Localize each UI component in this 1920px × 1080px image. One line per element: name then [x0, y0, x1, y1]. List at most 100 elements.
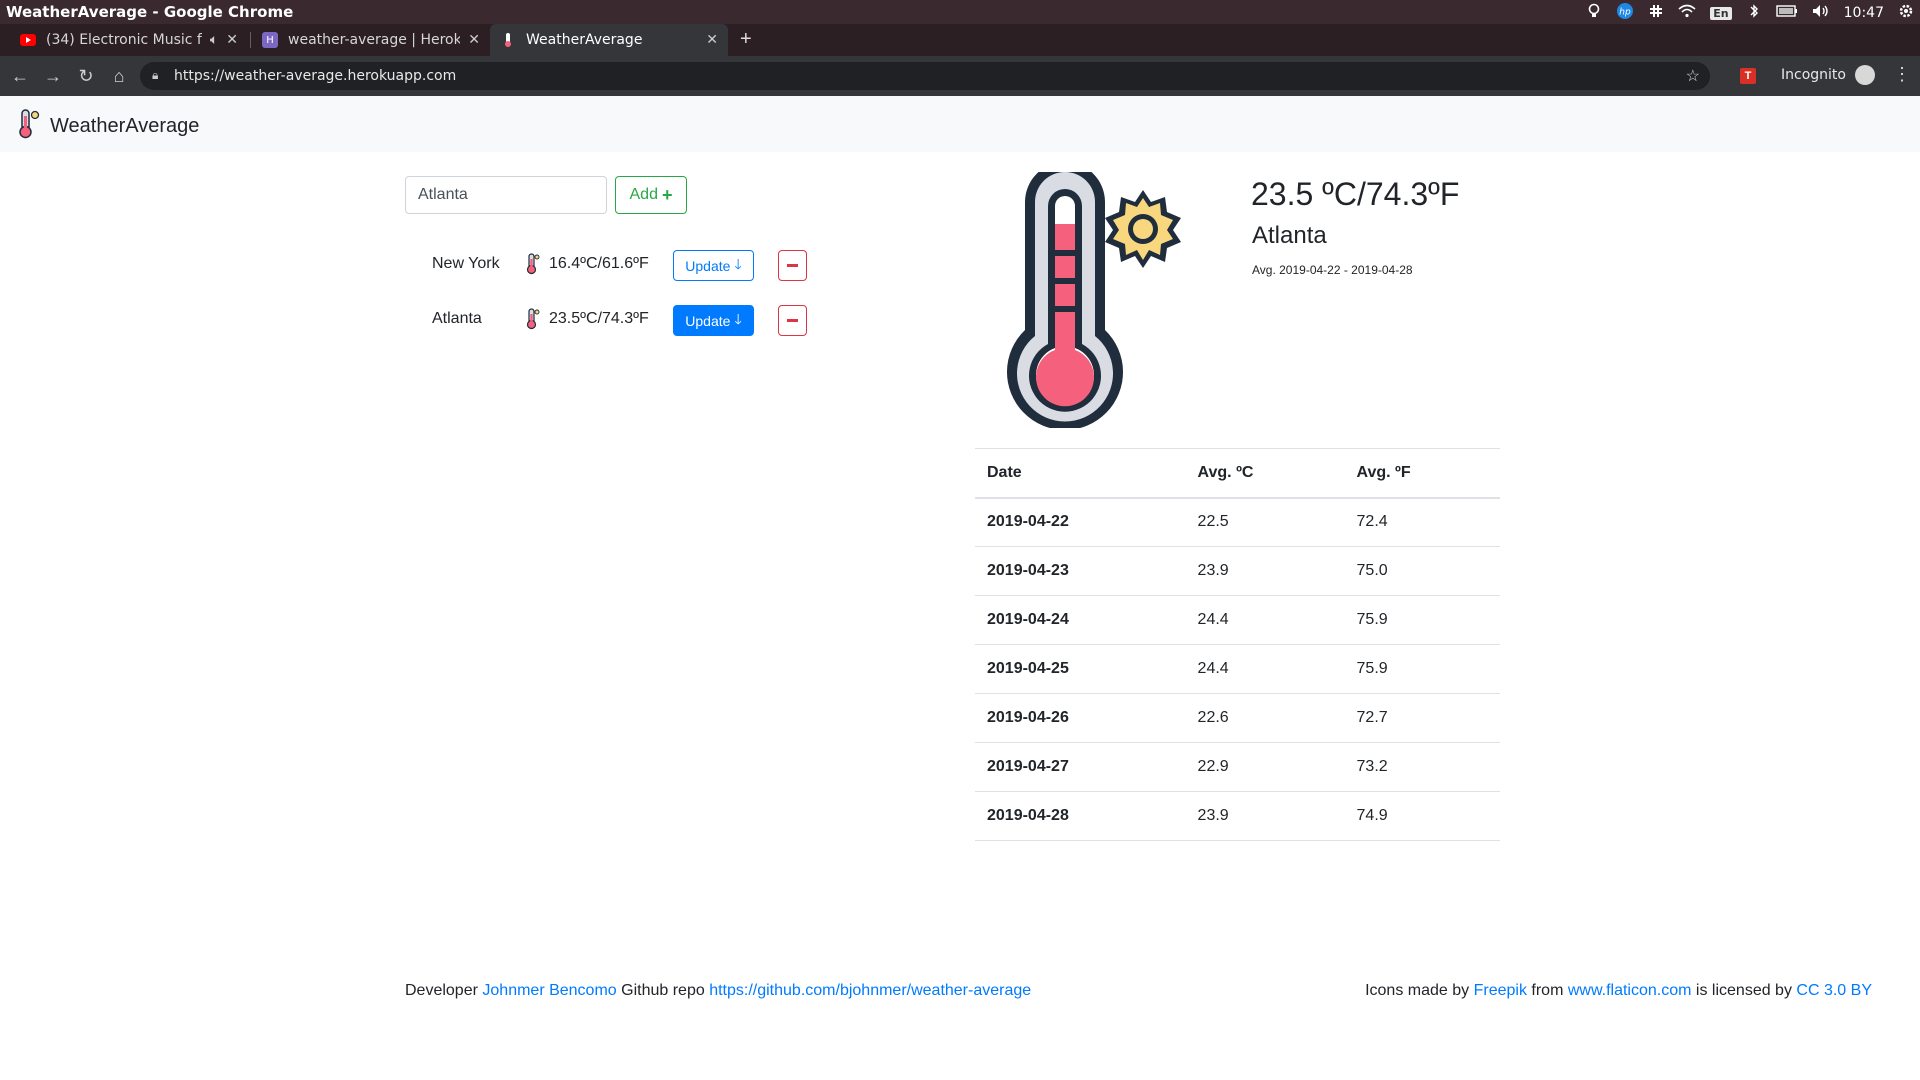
heroku-icon: H [262, 32, 278, 48]
minus-icon [787, 264, 798, 267]
row-fahrenheit: 75.9 [1344, 595, 1500, 645]
city-input[interactable] [405, 176, 607, 214]
row-date: 2019-04-26 [975, 693, 1186, 743]
url-text[interactable]: https://weather-average.herokuapp.com [174, 68, 456, 84]
table-row: 2019-04-22 22.5 72.4 [975, 497, 1500, 547]
row-fahrenheit: 73.2 [1344, 742, 1500, 792]
hp-icon[interactable]: hp [1616, 2, 1634, 24]
tab-weatheraverage[interactable]: WeatherAverage ✕ [490, 24, 728, 56]
row-date: 2019-04-22 [975, 497, 1186, 547]
update-button-label: Update [685, 312, 731, 329]
thermometer-icon [526, 308, 540, 335]
remove-city-button[interactable] [778, 250, 807, 281]
add-city-button[interactable]: Add + [615, 176, 687, 214]
forward-icon[interactable]: → [41, 64, 65, 88]
audio-playing-icon[interactable]: 🔈︎ [210, 32, 218, 48]
row-date: 2019-04-28 [975, 791, 1186, 841]
city-row-new-york: New York 16.4ºC/61.6ºF Update 🡓 [405, 245, 825, 285]
thermometer-icon [500, 32, 516, 48]
column-header-celsius: Avg. ºC [1185, 448, 1345, 499]
current-temperature: 23.5 ºC/74.3ºF [1251, 176, 1460, 212]
row-fahrenheit: 72.4 [1344, 497, 1500, 547]
plus-icon: + [661, 184, 673, 205]
developer-prefix: Developer [405, 982, 478, 999]
brand-title[interactable]: WeatherAverage [50, 115, 199, 138]
column-header-date: Date [975, 448, 1186, 499]
row-celsius: 22.5 [1185, 497, 1345, 547]
row-celsius: 22.9 [1185, 742, 1345, 792]
row-fahrenheit: 72.7 [1344, 693, 1500, 743]
back-icon[interactable]: ← [8, 64, 32, 88]
bookmark-star-icon[interactable]: ☆ [1686, 66, 1700, 86]
settings-gear-icon[interactable] [1898, 3, 1914, 23]
reload-icon[interactable]: ↻ [74, 64, 98, 88]
freepik-link[interactable]: Freepik [1474, 982, 1527, 999]
row-celsius: 23.9 [1185, 791, 1345, 841]
battery-icon[interactable] [1775, 5, 1798, 21]
update-city-button[interactable]: Update 🡓 [673, 250, 754, 281]
close-tab-icon[interactable]: ✕ [468, 32, 480, 48]
close-tab-icon[interactable]: ✕ [226, 32, 238, 48]
from-word: from [1531, 982, 1564, 999]
wifi-icon[interactable] [1678, 4, 1696, 22]
lock-icon[interactable]: 🔒︎ [152, 68, 158, 83]
clock[interactable]: 10:47 [1844, 5, 1884, 21]
update-city-button[interactable]: Update 🡓 [673, 305, 754, 336]
app-navbar: WeatherAverage [0, 96, 1920, 152]
row-date: 2019-04-25 [975, 644, 1186, 694]
daily-averages-table: Date Avg. ºC Avg. ºF 2019-04-22 22.5 72.… [975, 448, 1500, 841]
browser-tab-strip: (34) Electronic Music f 🔈︎ ✕ H weather-a… [0, 24, 1920, 56]
city-row-atlanta: Atlanta 23.5ºC/74.3ºF Update 🡓 [405, 300, 825, 340]
row-fahrenheit: 75.0 [1344, 546, 1500, 596]
developer-link[interactable]: Johnmer Bencomo [482, 982, 616, 999]
city-temperature: 23.5ºC/74.3ºF [549, 310, 649, 327]
arrow-down-icon: 🡓 [734, 255, 742, 272]
footer-developer: Developer Johnmer Bencomo Github repo ht… [405, 982, 1031, 1000]
tab-youtube[interactable]: (34) Electronic Music f 🔈︎ ✕ [10, 24, 248, 56]
tab-label: (34) Electronic Music f [46, 32, 202, 48]
brand-link[interactable]: WeatherAverage [18, 108, 199, 145]
incognito-label: Incognito [1781, 67, 1846, 83]
address-bar[interactable]: 🔒︎ https://weather-average.herokuapp.com… [140, 62, 1710, 90]
lightbulb-icon[interactable] [1586, 3, 1602, 23]
arrow-down-icon: 🡓 [734, 310, 742, 327]
city-temperature: 16.4ºC/61.6ºF [549, 255, 649, 272]
github-repo-link[interactable]: https://github.com/bjohnmer/weather-aver… [709, 982, 1031, 999]
average-date-range: Avg. 2019-04-22 - 2019-04-28 [1252, 263, 1413, 277]
window-title: WeatherAverage - Google Chrome [6, 3, 294, 21]
license-link[interactable]: CC 3.0 BY [1796, 982, 1872, 999]
update-button-label: Update [685, 257, 731, 274]
thermometer-sun-illustration-icon [995, 162, 1195, 433]
remove-city-button[interactable] [778, 305, 807, 336]
row-fahrenheit: 74.9 [1344, 791, 1500, 841]
browser-toolbar: ← → ↻ ⌂ 🔒︎ https://weather-average.herok… [0, 56, 1920, 96]
keyboard-layout-indicator[interactable]: En [1710, 6, 1732, 20]
footer-credits: Icons made by Freepik from www.flaticon.… [1365, 982, 1872, 1000]
extension-icon[interactable]: T [1740, 68, 1756, 84]
youtube-icon [20, 32, 36, 48]
menu-kebab-icon[interactable]: ⋮ [1893, 64, 1911, 85]
tab-separator [250, 32, 251, 48]
row-celsius: 24.4 [1185, 595, 1345, 645]
table-row: 2019-04-28 23.9 74.9 [975, 791, 1500, 841]
thermometer-icon [526, 253, 540, 280]
tab-label: WeatherAverage [526, 32, 643, 48]
bluetooth-icon[interactable] [1746, 3, 1762, 23]
new-tab-button[interactable]: + [740, 28, 752, 51]
svg-text:hp: hp [1620, 8, 1632, 18]
home-icon[interactable]: ⌂ [107, 64, 131, 88]
row-celsius: 22.6 [1185, 693, 1345, 743]
os-top-bar: WeatherAverage - Google Chrome hp En 10:… [0, 0, 1920, 24]
row-date: 2019-04-23 [975, 546, 1186, 596]
incognito-icon[interactable] [1855, 65, 1875, 85]
slack-icon[interactable] [1648, 3, 1664, 23]
minus-icon [787, 319, 798, 322]
table-row: 2019-04-24 24.4 75.9 [975, 595, 1500, 645]
license-prefix: is licensed by [1695, 982, 1792, 999]
row-fahrenheit: 75.9 [1344, 644, 1500, 694]
flaticon-link[interactable]: www.flaticon.com [1568, 982, 1692, 999]
tab-heroku[interactable]: H weather-average | Heroku ✕ [252, 24, 490, 56]
current-city-name: Atlanta [1252, 222, 1327, 249]
volume-icon[interactable] [1812, 4, 1830, 22]
close-tab-icon[interactable]: ✕ [706, 32, 718, 48]
